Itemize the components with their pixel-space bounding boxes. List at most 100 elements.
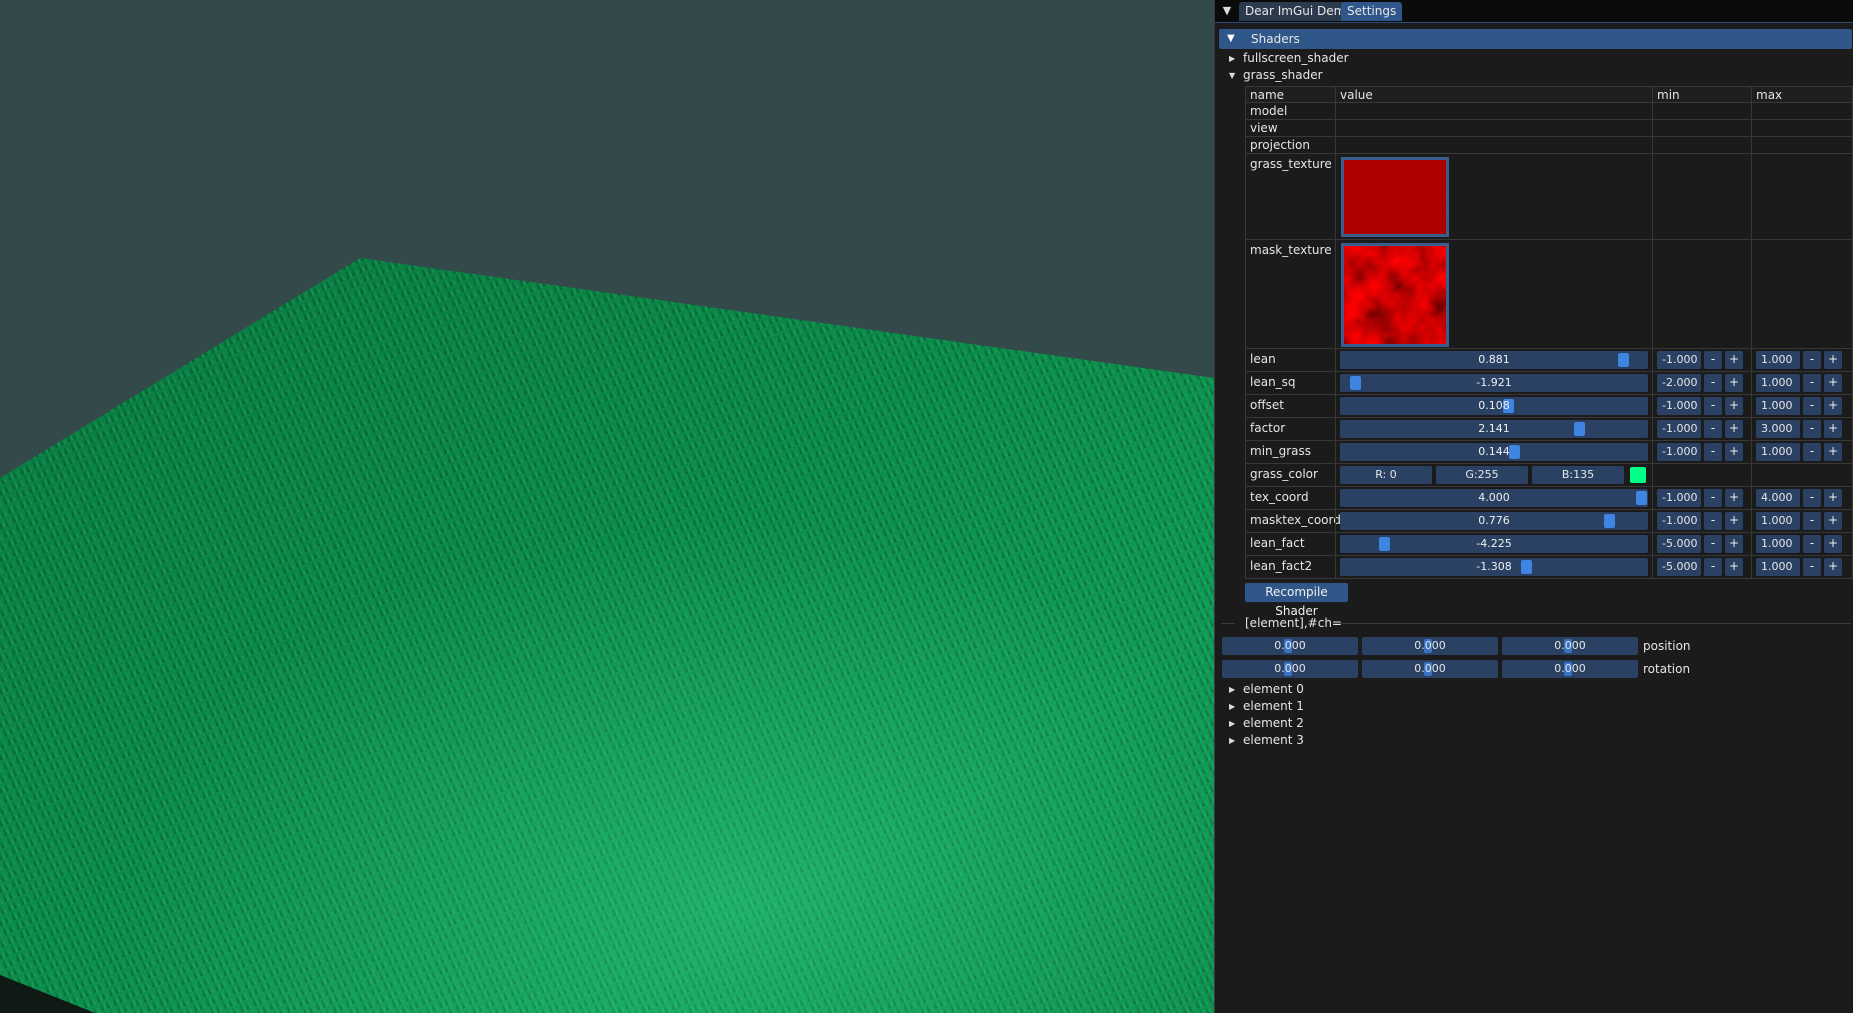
shaders-header[interactable]: ▼ Shaders [1219,29,1852,49]
min-input[interactable]: -2.000 [1657,374,1701,392]
max-increment-button[interactable]: + [1824,535,1842,553]
max-increment-button[interactable]: + [1824,512,1842,530]
slider-grab[interactable] [1521,560,1532,574]
max-decrement-button[interactable]: - [1803,512,1821,530]
max-input[interactable]: 1.000 [1756,558,1800,576]
max-input[interactable]: 1.000 [1756,351,1800,369]
position-z-drag[interactable]: 0.000 [1502,637,1638,655]
min-input[interactable]: -5.000 [1657,535,1701,553]
column-header-max[interactable]: max [1751,87,1853,102]
max-input[interactable]: 3.000 [1756,420,1800,438]
column-header-value[interactable]: value [1335,87,1652,102]
max-decrement-button[interactable]: - [1803,397,1821,415]
value-slider[interactable]: -1.921 [1340,374,1648,392]
rotation-z-drag[interactable]: 0.000 [1502,660,1638,678]
max-decrement-button[interactable]: - [1803,558,1821,576]
tree-node-element-0[interactable]: ▶ element 0 [1229,681,1304,698]
min-increment-button[interactable]: + [1725,351,1743,369]
slider-grab[interactable] [1509,445,1520,459]
color-swatch[interactable] [1630,467,1646,483]
min-input[interactable]: -1.000 [1657,489,1701,507]
max-input[interactable]: 1.000 [1756,397,1800,415]
max-input[interactable]: 1.000 [1756,512,1800,530]
max-input[interactable]: 1.000 [1756,443,1800,461]
uniform-name: lean [1245,349,1335,371]
rotation-x-drag[interactable]: 0.000 [1222,660,1358,678]
max-input[interactable]: 1.000 [1756,374,1800,392]
tree-node-element-3[interactable]: ▶ element 3 [1229,732,1304,749]
slider-value: -1.921 [1476,376,1512,389]
column-header-min[interactable]: min [1652,87,1751,102]
min-increment-button[interactable]: + [1725,443,1743,461]
tab-list-menu-icon[interactable]: ▼ [1219,3,1235,19]
tab-settings[interactable]: Settings [1341,2,1403,21]
min-decrement-button[interactable]: - [1704,558,1722,576]
min-increment-button[interactable]: + [1725,558,1743,576]
max-decrement-button[interactable]: - [1803,535,1821,553]
slider-grab[interactable] [1636,491,1647,505]
min-decrement-button[interactable]: - [1704,420,1722,438]
value-slider[interactable]: 2.141 [1340,420,1648,438]
min-input[interactable]: -5.000 [1657,558,1701,576]
slider-grab[interactable] [1350,376,1361,390]
position-x-drag[interactable]: 0.000 [1222,637,1358,655]
min-input[interactable]: -1.000 [1657,351,1701,369]
min-increment-button[interactable]: + [1725,420,1743,438]
max-increment-button[interactable]: + [1824,374,1842,392]
color-r-input[interactable]: R: 0 [1340,466,1432,484]
value-slider[interactable]: 0.108 [1340,397,1648,415]
max-decrement-button[interactable]: - [1803,374,1821,392]
tree-node-element-2[interactable]: ▶ element 2 [1229,715,1304,732]
slider-grab[interactable] [1574,422,1585,436]
max-increment-button[interactable]: + [1824,397,1842,415]
min-decrement-button[interactable]: - [1704,489,1722,507]
slider-grab[interactable] [1379,537,1390,551]
tree-node-element-1[interactable]: ▶ element 1 [1229,698,1304,715]
min-increment-button[interactable]: + [1725,397,1743,415]
min-increment-button[interactable]: + [1725,512,1743,530]
min-decrement-button[interactable]: - [1704,374,1722,392]
min-input[interactable]: -1.000 [1657,420,1701,438]
value-slider[interactable]: -1.308 [1340,558,1648,576]
max-decrement-button[interactable]: - [1803,351,1821,369]
max-input[interactable]: 1.000 [1756,535,1800,553]
max-increment-button[interactable]: + [1824,489,1842,507]
grass-texture-preview[interactable] [1341,157,1449,237]
max-increment-button[interactable]: + [1824,420,1842,438]
slider-grab[interactable] [1604,514,1615,528]
min-increment-button[interactable]: + [1725,374,1743,392]
max-input[interactable]: 4.000 [1756,489,1800,507]
value-slider[interactable]: 4.000 [1340,489,1648,507]
value-slider[interactable]: 0.144 [1340,443,1648,461]
value-slider[interactable]: 0.776 [1340,512,1648,530]
max-decrement-button[interactable]: - [1803,489,1821,507]
recompile-shader-button[interactable]: Recompile Shader [1245,583,1348,618]
min-input[interactable]: -1.000 [1657,512,1701,530]
min-decrement-button[interactable]: - [1704,512,1722,530]
rotation-y-drag[interactable]: 0.000 [1362,660,1498,678]
max-increment-button[interactable]: + [1824,443,1842,461]
min-input[interactable]: -1.000 [1657,443,1701,461]
position-y-drag[interactable]: 0.000 [1362,637,1498,655]
value-slider[interactable]: 0.881 [1340,351,1648,369]
slider-grab[interactable] [1618,353,1629,367]
min-increment-button[interactable]: + [1725,535,1743,553]
min-decrement-button[interactable]: - [1704,397,1722,415]
color-b-input[interactable]: B:135 [1532,466,1624,484]
tree-node-grass-shader[interactable]: ▼ grass_shader [1229,67,1323,84]
min-increment-button[interactable]: + [1725,489,1743,507]
color-g-input[interactable]: G:255 [1436,466,1528,484]
tree-node-fullscreen-shader[interactable]: ▶ fullscreen_shader [1229,50,1349,67]
min-decrement-button[interactable]: - [1704,535,1722,553]
max-increment-button[interactable]: + [1824,558,1842,576]
3d-viewport[interactable] [0,0,1214,1013]
min-decrement-button[interactable]: - [1704,443,1722,461]
column-header-name[interactable]: name [1245,87,1335,102]
value-slider[interactable]: -4.225 [1340,535,1648,553]
max-decrement-button[interactable]: - [1803,443,1821,461]
max-decrement-button[interactable]: - [1803,420,1821,438]
min-input[interactable]: -1.000 [1657,397,1701,415]
min-decrement-button[interactable]: - [1704,351,1722,369]
mask-texture-preview[interactable] [1341,243,1449,347]
max-increment-button[interactable]: + [1824,351,1842,369]
